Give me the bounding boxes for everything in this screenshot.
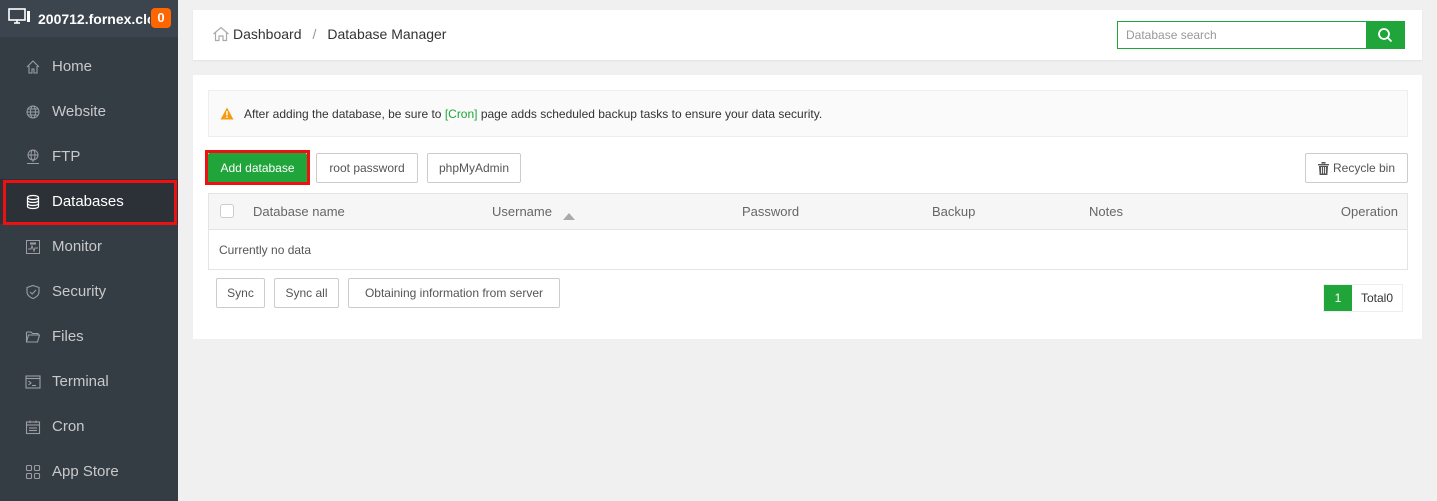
notification-badge[interactable]: 0	[151, 8, 171, 28]
monitor-icon	[25, 239, 41, 255]
folder-icon	[25, 329, 41, 345]
sidebar-item-label: Cron	[52, 418, 85, 435]
pagination-total: Total0	[1352, 285, 1403, 311]
sidebar-item-website[interactable]: Website	[0, 89, 178, 134]
table-body: Currently no data	[209, 230, 1407, 269]
sidebar-item-ftp[interactable]: FTP	[0, 134, 178, 179]
sidebar-item-label: Databases	[52, 193, 124, 210]
sidebar-item-label: Files	[52, 328, 84, 345]
sidebar-item-label: Website	[52, 103, 106, 120]
alert-text-after: page adds scheduled backup tasks to ensu…	[477, 106, 823, 121]
sidebar-item-label: App Store	[52, 463, 119, 480]
database-table: Database name Username Password Backup N…	[208, 193, 1408, 270]
column-database-name[interactable]: Database name	[253, 204, 345, 219]
breadcrumb: Dashboard / Database Manager	[212, 26, 446, 42]
home-icon	[25, 59, 41, 75]
database-search-input[interactable]	[1118, 22, 1366, 48]
sidebar-item-home[interactable]: Home	[0, 44, 178, 89]
obtain-from-server-button[interactable]: Obtaining information from server	[348, 278, 560, 308]
top-bar: Dashboard / Database Manager	[193, 10, 1422, 60]
ftp-icon	[25, 149, 41, 165]
home-icon[interactable]	[212, 26, 230, 42]
recycle-bin-label: Recycle bin	[1332, 161, 1396, 175]
sidebar-item-app-store[interactable]: App Store	[0, 449, 178, 494]
breadcrumb-separator: /	[312, 26, 317, 42]
sort-ascending-icon[interactable]	[563, 208, 575, 223]
database-panel: After adding the database, be sure to [C…	[193, 75, 1422, 339]
terminal-icon	[25, 374, 41, 390]
column-notes: Notes	[1089, 204, 1123, 219]
column-operation: Operation	[1340, 204, 1398, 219]
sidebar-item-label: Home	[52, 58, 93, 75]
table-header: Database name Username Password Backup N…	[209, 194, 1407, 230]
database-search	[1117, 21, 1405, 49]
search-button[interactable]	[1366, 22, 1404, 48]
trash-icon	[1317, 161, 1329, 175]
sync-all-button[interactable]: Sync all	[274, 278, 339, 308]
sidebar-item-terminal[interactable]: Terminal	[0, 359, 178, 404]
column-backup: Backup	[932, 204, 976, 219]
root-password-button[interactable]: root password	[316, 153, 418, 183]
database-icon	[25, 194, 41, 210]
server-header[interactable]: 200712.fornex.cloud 0	[0, 0, 178, 37]
monitor-screen-icon	[8, 7, 32, 30]
breadcrumb-current: Database Manager	[327, 26, 447, 42]
empty-table-message: Currently no data	[219, 243, 312, 257]
select-all-checkbox[interactable]	[220, 204, 234, 218]
warning-icon	[220, 107, 234, 120]
sidebar-item-label: Monitor	[52, 238, 103, 255]
column-username[interactable]: Username	[492, 204, 552, 219]
phpmyadmin-button[interactable]: phpMyAdmin	[427, 153, 521, 183]
cron-link[interactable]: [Cron]	[445, 107, 478, 121]
grid-icon	[25, 464, 41, 480]
globe-icon	[25, 104, 41, 120]
sidebar-item-security[interactable]: Security	[0, 269, 178, 314]
sync-button[interactable]: Sync	[216, 278, 265, 308]
shield-icon	[25, 284, 41, 300]
search-icon	[1377, 27, 1393, 43]
column-password: Password	[742, 204, 800, 219]
add-database-button[interactable]: Add database	[208, 153, 307, 183]
server-name: 200712.fornex.cloud	[38, 10, 150, 27]
sidebar-item-label: Terminal	[52, 373, 109, 390]
backup-alert: After adding the database, be sure to [C…	[208, 90, 1408, 137]
sidebar-item-databases[interactable]: Databases	[0, 179, 178, 225]
sidebar-item-cron[interactable]: Cron	[0, 404, 178, 449]
calendar-icon	[25, 419, 41, 435]
sidebar: 200712.fornex.cloud 0 Home Website FTP D…	[0, 0, 178, 501]
alert-text-before: After adding the database, be sure to	[244, 106, 445, 121]
page-1-button[interactable]: 1	[1324, 285, 1352, 311]
sidebar-item-label: Security	[52, 283, 107, 300]
breadcrumb-dashboard[interactable]: Dashboard	[233, 26, 302, 42]
sidebar-item-files[interactable]: Files	[0, 314, 178, 359]
recycle-bin-button[interactable]: Recycle bin	[1305, 153, 1408, 183]
pagination: 1 Total0	[1323, 284, 1404, 312]
sidebar-item-monitor[interactable]: Monitor	[0, 224, 178, 269]
sidebar-item-label: FTP	[52, 148, 81, 165]
